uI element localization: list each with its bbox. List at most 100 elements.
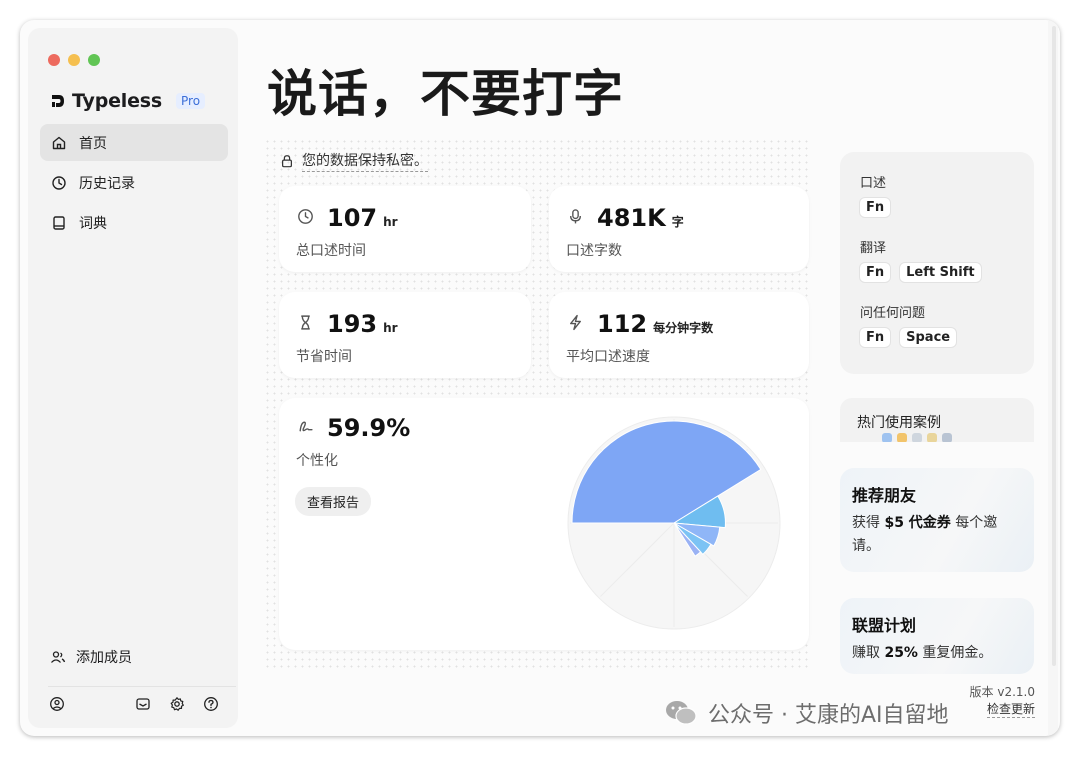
stat-number: 107	[327, 204, 378, 232]
brand-name: Typeless	[72, 90, 162, 112]
stat-value: 59.9%	[327, 414, 410, 442]
stat-unit: 字	[671, 215, 684, 229]
mail-icon[interactable]	[135, 696, 151, 712]
sidebar-item-home[interactable]: 首页	[40, 124, 228, 161]
stat-card-average-speed: 112 每分钟字数 平均口述速度	[549, 292, 809, 378]
settings-icon[interactable]	[169, 696, 185, 712]
sidebar-item-label: 首页	[79, 135, 107, 152]
affiliate-text-suffix: 重复佣金。	[917, 645, 993, 661]
stat-unit: hr	[383, 215, 398, 229]
watermark: 公众号 · 艾康的AI自留地	[664, 697, 949, 729]
key-cap[interactable]: Space	[899, 327, 958, 348]
window-controls	[48, 54, 100, 66]
sidebar-item-dictionary[interactable]: 词典	[40, 204, 228, 241]
stat-label: 节省时间	[296, 349, 352, 365]
bolt-icon	[567, 314, 584, 331]
referral-title: 推荐朋友	[852, 486, 917, 505]
stat-card-dictated-words: 481K 字 口述字数	[549, 186, 809, 272]
sidebar-nav: 首页 历史记录 词典	[40, 124, 228, 244]
stat-card-time-saved: 193 hr 节省时间	[279, 292, 531, 378]
version-label: 版本 v2.1.0	[969, 685, 1035, 699]
stat-value: 481K 字	[597, 204, 684, 232]
app-icon	[927, 433, 937, 442]
key-cap[interactable]: Left Shift	[899, 262, 982, 283]
privacy-text: 您的数据保持私密。	[302, 150, 428, 172]
typeless-logo-icon	[52, 95, 64, 107]
stat-unit: hr	[383, 321, 398, 335]
users-icon	[51, 651, 66, 663]
sidebar: Typeless Pro 首页 历史记录 词典 添加成员	[28, 28, 238, 728]
book-icon	[51, 215, 67, 231]
affiliate-text-prefix: 赚取	[852, 645, 885, 661]
shortcut-keys-translate[interactable]: Fn Left Shift	[859, 262, 982, 283]
key-cap[interactable]: Fn	[859, 327, 892, 348]
sidebar-item-label: 词典	[79, 215, 107, 232]
hot-use-cases-card[interactable]: 热门使用案例	[840, 398, 1034, 442]
shortcuts-card: 口述 Fn 翻译 Fn Left Shift 问任何问题 Fn Space	[840, 152, 1034, 374]
personalization-card: 59.9% 个性化 查看报告	[279, 398, 809, 650]
sidebar-divider	[48, 686, 236, 687]
stat-unit: 每分钟字数	[653, 321, 714, 335]
affiliate-percent: 25%	[884, 645, 918, 661]
clock-icon	[297, 208, 314, 225]
key-cap[interactable]: Fn	[859, 197, 892, 218]
history-icon	[51, 175, 67, 191]
minimize-window-button[interactable]	[68, 54, 80, 66]
privacy-notice[interactable]: 您的数据保持私密。	[280, 150, 428, 172]
sidebar-bottom-bar	[49, 696, 234, 714]
add-member-button[interactable]: 添加成员	[50, 647, 132, 667]
scrollbar-thumb[interactable]	[1052, 26, 1056, 666]
affiliate-text: 赚取 25% 重复佣金。	[852, 642, 1032, 665]
stat-label: 总口述时间	[296, 243, 366, 259]
lock-icon	[282, 155, 292, 168]
personalization-pie-chart	[567, 416, 781, 630]
close-window-button[interactable]	[48, 54, 60, 66]
stat-number: 193	[327, 310, 378, 338]
shortcut-keys-dictate[interactable]: Fn	[859, 197, 892, 218]
brand: Typeless Pro	[50, 90, 206, 112]
view-report-button[interactable]: 查看报告	[295, 487, 372, 516]
shortcut-label-ask: 问任何问题	[860, 306, 926, 321]
hot-use-cases-title: 热门使用案例	[857, 415, 941, 431]
sidebar-item-history[interactable]: 历史记录	[40, 164, 228, 201]
account-icon[interactable]	[49, 696, 65, 712]
key-cap[interactable]: Fn	[859, 262, 892, 283]
referral-text-prefix: 获得	[852, 515, 885, 531]
affiliate-card[interactable]: 联盟计划 赚取 25% 重复佣金。	[840, 598, 1034, 674]
stat-number: 481K	[597, 204, 666, 232]
shortcut-label-translate: 翻译	[860, 241, 887, 256]
pro-badge: Pro	[176, 93, 206, 109]
stat-label: 平均口述速度	[566, 349, 650, 365]
page-title: 说话，不要打字	[267, 65, 624, 123]
app-icon	[897, 433, 907, 442]
referral-card[interactable]: 推荐朋友 获得 $5 代金券 每个邀请。	[840, 468, 1034, 572]
use-case-app-icons	[882, 433, 952, 442]
sidebar-item-label: 历史记录	[79, 175, 135, 192]
watermark-text: 公众号 · 艾康的AI自留地	[708, 703, 949, 728]
app-icon	[882, 433, 892, 442]
hourglass-icon	[297, 314, 314, 331]
referral-text: 获得 $5 代金券 每个邀请。	[852, 512, 1024, 558]
app-window: Typeless Pro 首页 历史记录 词典 添加成员 说话，不要打字 您的数…	[20, 20, 1060, 736]
help-icon[interactable]	[203, 696, 219, 712]
stat-value: 107 hr	[327, 204, 398, 232]
home-icon	[51, 135, 67, 151]
shortcut-label-dictate: 口述	[860, 176, 887, 191]
check-update-link[interactable]: 检查更新	[986, 700, 1035, 718]
stat-value: 193 hr	[327, 310, 398, 338]
maximize-window-button[interactable]	[88, 54, 100, 66]
signature-icon	[297, 418, 314, 435]
stat-card-total-dictation-time: 107 hr 总口述时间	[279, 186, 531, 272]
stat-number: 112	[597, 310, 648, 338]
wechat-icon	[666, 701, 697, 725]
app-icon	[912, 433, 922, 442]
app-icon	[942, 433, 952, 442]
mic-icon	[567, 208, 584, 225]
referral-amount: $5 代金券	[884, 515, 951, 531]
personalization-percent: 59.9%	[327, 414, 411, 442]
stat-label: 口述字数	[566, 243, 622, 259]
add-member-label: 添加成员	[76, 650, 132, 666]
shortcut-keys-ask[interactable]: Fn Space	[859, 327, 958, 348]
stat-value: 112 每分钟字数	[597, 310, 713, 338]
stat-label: 个性化	[296, 453, 338, 469]
